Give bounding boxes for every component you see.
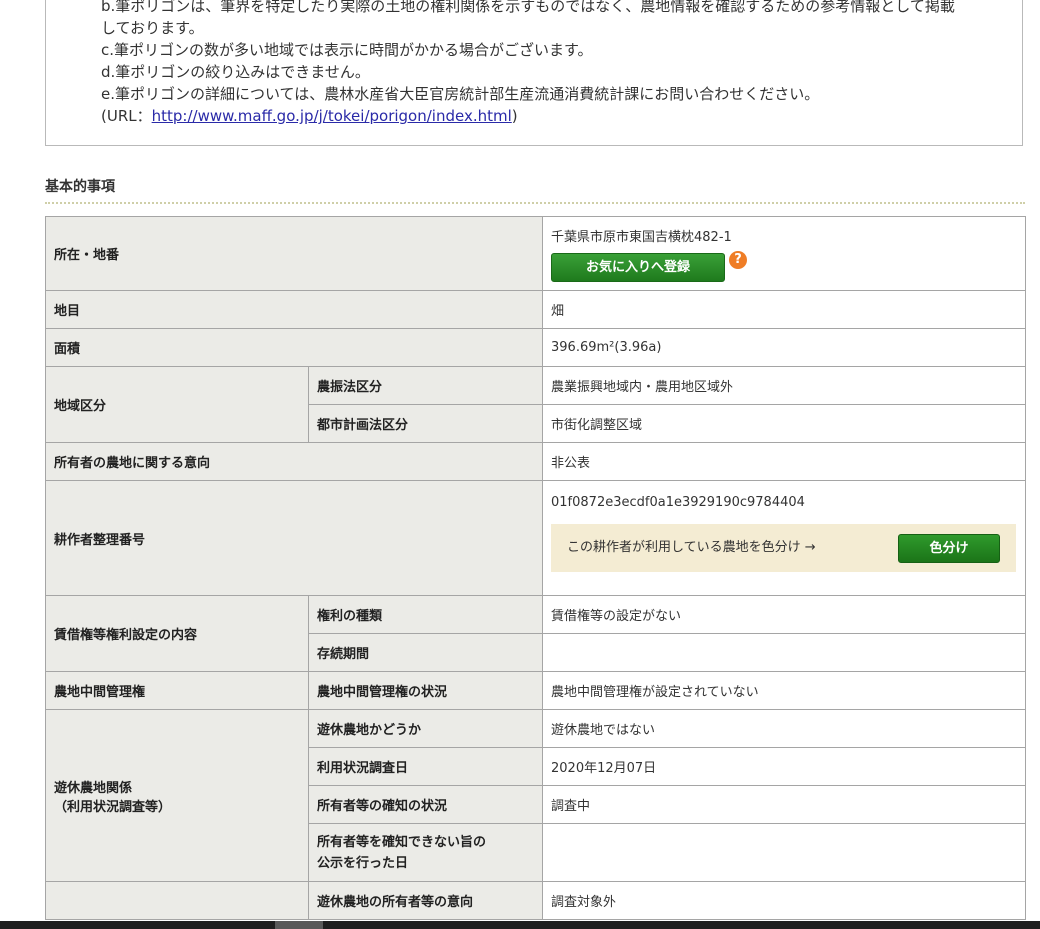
- idle-sub2-value: 2020年12月07日: [542, 747, 1027, 786]
- table-row: 遊休農地関係 （利用状況調査等） 遊休農地かどうか 遊休農地ではない: [45, 709, 1027, 882]
- lease-sub2-label: 存続期間: [307, 633, 544, 672]
- color-code-button[interactable]: 色分け: [898, 534, 1001, 563]
- idle-label: 遊休農地関係 （利用状況調査等）: [45, 709, 309, 882]
- idle-label-line1: 遊休農地関係: [54, 780, 133, 796]
- idle-sub1-value: 遊休農地ではない: [542, 709, 1027, 748]
- scrollbar-thumb[interactable]: [275, 921, 323, 929]
- notice-line-b: b.筆ポリゴンは、筆界を特定したり実際の土地の権利関係を示すものではなく、農地情…: [101, 0, 955, 15]
- url-prefix: (URL：: [101, 107, 152, 125]
- notice-line-c: c.筆ポリゴンの数が多い地域では表示に時間がかかる場合がございます。: [101, 41, 593, 59]
- color-code-box: この耕作者が利用している農地を色分け → 色分け: [551, 524, 1017, 572]
- table-row: 所在・地番 千葉県市原市東国吉横枕482-1 お気に入りへ登録?: [44, 216, 1027, 291]
- zoning-sub1-value: 農業振興地域内・農用地区域外: [542, 366, 1027, 405]
- intermediary-label: 農地中間管理権: [45, 671, 309, 710]
- cultivator-label: 耕作者整理番号: [44, 480, 544, 596]
- idle-sub4-label-line2: 公示を行った日: [317, 855, 409, 871]
- lease-label: 賃借権等権利設定の内容: [45, 595, 309, 672]
- idle-sub2-label: 利用状況調査日: [307, 747, 544, 786]
- lease-sub1-label: 権利の種類: [307, 595, 544, 634]
- idle-sub4-value: [542, 823, 1027, 882]
- polygon-info-link[interactable]: http://www.maff.go.jp/j/tokei/porigon/in…: [152, 107, 512, 125]
- idle-sub1-label: 遊休農地かどうか: [307, 709, 544, 748]
- color-code-text: この耕作者が利用している農地を色分け →: [567, 540, 816, 555]
- idle-owner-sub1-value: 調査対象外: [542, 881, 1027, 920]
- location-value: 千葉県市原市東国吉横枕482-1: [551, 229, 732, 245]
- notice-line-d: d.筆ポリゴンの絞り込みはできません。: [101, 63, 370, 81]
- zoning-sub2-value: 市街化調整区域: [542, 404, 1027, 443]
- intermediary-sub1-value: 農地中間管理権が設定されていない: [542, 671, 1027, 710]
- url-suffix: ): [511, 107, 518, 125]
- table-row: 面積 396.69m²(3.96a): [44, 328, 1027, 367]
- table-row: 地域区分 農振法区分 農業振興地域内・農用地区域外: [45, 366, 1027, 443]
- table-row: 賃借権等権利設定の内容 権利の種類 賃借権等の設定がない: [45, 595, 1027, 672]
- location-cell: 千葉県市原市東国吉横枕482-1 お気に入りへ登録?: [542, 216, 1027, 291]
- idle-sub4-label-line1: 所有者等を確知できない旨の: [317, 834, 487, 850]
- notice-box: b.筆ポリゴンは、筆界を特定したり実際の土地の権利関係を示すものではなく、農地情…: [45, 0, 1023, 146]
- table-row: 所有者の農地に関する意向 非公表: [44, 442, 1027, 481]
- owner-intent-value: 非公表: [542, 442, 1027, 481]
- zoning-label: 地域区分: [45, 366, 309, 443]
- zoning-sub1-label: 農振法区分: [307, 366, 544, 405]
- land-category-label: 地目: [44, 290, 544, 329]
- table-row: 地目 畑: [44, 290, 1027, 329]
- section-title: 基本的事項: [45, 176, 1025, 204]
- cultivator-id: 01f0872e3ecdf0a1e3929190c9784404: [551, 495, 805, 510]
- zoning-sub2-label: 都市計画法区分: [307, 404, 544, 443]
- table-row: 遊休農地の所有者等の意向 調査対象外: [45, 881, 1027, 920]
- owner-intent-label: 所有者の農地に関する意向: [44, 442, 544, 481]
- area-value: 396.69m²(3.96a): [542, 328, 1027, 367]
- table-row: 農地中間管理権 農地中間管理権の状況 農地中間管理権が設定されていない: [45, 671, 1027, 710]
- area-label: 面積: [44, 328, 544, 367]
- lease-sub1-value: 賃借権等の設定がない: [542, 595, 1027, 634]
- idle-label-line2: （利用状況調査等）: [54, 799, 172, 815]
- idle-sub4-label: 所有者等を確知できない旨の 公示を行った日: [307, 823, 544, 882]
- lease-sub2-value: [542, 633, 1027, 672]
- notice-url-line: (URL：http://www.maff.go.jp/j/tokei/porig…: [101, 105, 1021, 127]
- land-category-value: 畑: [542, 290, 1027, 329]
- horizontal-scrollbar[interactable]: [0, 921, 1040, 929]
- idle-owner-label: [45, 881, 309, 920]
- table-row: 耕作者整理番号 01f0872e3ecdf0a1e3929190c9784404…: [44, 480, 1027, 596]
- notice-line-b-cont: しております。: [101, 19, 204, 37]
- notice-text: b.筆ポリゴンは、筆界を特定したり実際の土地の権利関係を示すものではなく、農地情…: [101, 0, 1021, 127]
- basic-info-table: 所在・地番 千葉県市原市東国吉横枕482-1 お気に入りへ登録? 地目 畑 面積…: [44, 216, 1027, 920]
- cultivator-cell: 01f0872e3ecdf0a1e3929190c9784404 この耕作者が利…: [542, 480, 1027, 596]
- add-favorite-button[interactable]: お気に入りへ登録: [551, 252, 726, 282]
- notice-line-e: e.筆ポリゴンの詳細については、農林水産省大臣官房統計部生産流通消費統計課にお問…: [101, 85, 820, 103]
- intermediary-sub1-label: 農地中間管理権の状況: [307, 671, 544, 710]
- help-icon[interactable]: ?: [729, 250, 748, 269]
- idle-owner-sub1-label: 遊休農地の所有者等の意向: [307, 881, 544, 920]
- idle-sub3-value: 調査中: [542, 785, 1027, 824]
- idle-sub3-label: 所有者等の確知の状況: [307, 785, 544, 824]
- location-label: 所在・地番: [44, 216, 544, 291]
